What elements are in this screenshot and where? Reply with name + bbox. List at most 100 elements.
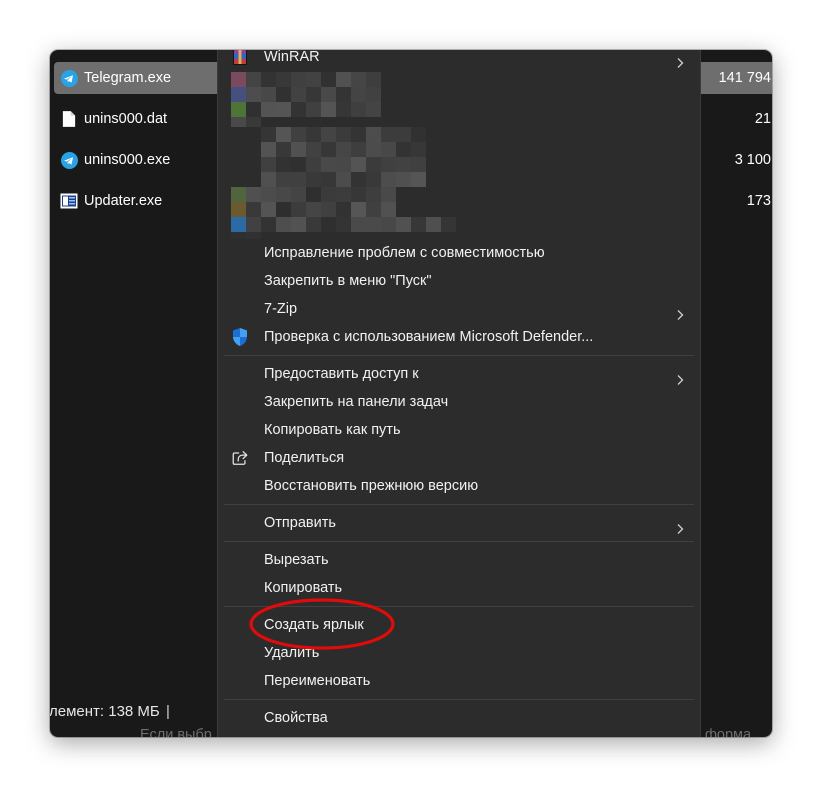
menu-item-defender-scan[interactable]: Проверка с использованием Microsoft Defe…	[218, 323, 700, 351]
menu-item-delete[interactable]: Удалить	[218, 639, 700, 667]
menu-item-label: Проверка с использованием Microsoft Defe…	[264, 329, 594, 345]
redacted-item-icon	[231, 202, 246, 217]
menu-item-label: Исправление проблем с совместимостью	[264, 245, 545, 261]
pixelation-block	[276, 172, 291, 187]
menu-item-label: Закрепить на панели задач	[264, 394, 449, 410]
pixelation-block	[381, 142, 396, 157]
pixelation-block	[396, 217, 411, 232]
pixelation-block	[321, 72, 336, 87]
winrar-icon	[231, 50, 249, 66]
file-name: Telegram.exe	[84, 70, 172, 86]
pixelation-block	[321, 172, 336, 187]
telegram-icon	[60, 69, 78, 87]
menu-item-cut[interactable]: Вырезать	[218, 546, 700, 574]
details-hint-left: Если выбр	[140, 727, 212, 737]
pixelation-block	[231, 117, 246, 127]
chevron-right-icon	[676, 303, 684, 320]
menu-item-rename[interactable]: Переименовать	[218, 667, 700, 695]
pixelation-block	[336, 202, 351, 217]
pixelation-block	[411, 217, 426, 232]
menu-item-label: Копировать как путь	[264, 422, 401, 438]
pixelation-block	[321, 157, 336, 172]
menu-item-send-to[interactable]: Отправить	[218, 509, 700, 537]
pixelation-block	[246, 217, 261, 232]
pixelation-block	[306, 157, 321, 172]
pixelation-block	[261, 187, 276, 202]
pixelation-block	[366, 187, 381, 202]
pixelation-block	[381, 157, 396, 172]
redacted-menu-items	[218, 71, 700, 239]
pixelation-block	[351, 217, 366, 232]
pixelation-block	[336, 127, 351, 142]
menu-item-label: Удалить	[264, 645, 320, 661]
pixelation-block	[351, 172, 366, 187]
menu-item-label: Предоставить доступ к	[264, 366, 419, 382]
menu-item-restore-previous-version[interactable]: Восстановить прежнюю версию	[218, 472, 700, 500]
redacted-item-icon	[231, 217, 246, 232]
pixelation-block	[276, 87, 291, 102]
menu-item-label: WinRAR	[264, 50, 320, 65]
share-icon	[231, 449, 249, 467]
pixelation-block	[306, 202, 321, 217]
status-divider: |	[166, 703, 170, 720]
pixelation-block	[366, 142, 381, 157]
pixelation-block	[411, 172, 426, 187]
menu-item-create-shortcut[interactable]: Создать ярлык	[218, 611, 700, 639]
pixelation-block	[321, 202, 336, 217]
defender-shield-icon	[231, 327, 249, 347]
pixelation-block	[276, 127, 291, 142]
file-size: 3 100	[734, 152, 771, 168]
pixelation-block	[381, 202, 396, 217]
chevron-right-icon	[676, 51, 684, 68]
menu-item-label: Переименовать	[264, 673, 371, 689]
menu-item-pin-to-start[interactable]: Закрепить в меню "Пуск"	[218, 267, 700, 295]
pixelation-block	[336, 142, 351, 157]
pixelation-block	[246, 102, 261, 117]
menu-item-7zip[interactable]: 7-Zip	[218, 295, 700, 323]
pixelation-block	[276, 187, 291, 202]
menu-item-copy-as-path[interactable]: Копировать как путь	[218, 416, 700, 444]
pixelation-block	[366, 217, 381, 232]
pixelation-block	[366, 102, 381, 117]
context-menu-list: WinRAR Исправление проблем с совместимос…	[218, 50, 700, 732]
menu-separator	[218, 500, 700, 509]
pixelation-block	[261, 127, 276, 142]
file-size: 21	[754, 111, 771, 127]
pixelation-block	[351, 202, 366, 217]
pixelation-block	[366, 157, 381, 172]
pixelation-block	[246, 202, 261, 217]
menu-item-winrar[interactable]: WinRAR	[218, 50, 700, 71]
menu-item-give-access[interactable]: Предоставить доступ к	[218, 360, 700, 388]
pixelation-block	[351, 142, 366, 157]
menu-item-pin-to-taskbar[interactable]: Закрепить на панели задач	[218, 388, 700, 416]
menu-separator	[218, 351, 700, 360]
menu-item-share[interactable]: Поделиться	[218, 444, 700, 472]
pixelation-block	[291, 217, 306, 232]
pixelation-block	[381, 187, 396, 202]
pixelation-block	[306, 142, 321, 157]
pixelation-block	[261, 157, 276, 172]
pixelation-block	[321, 142, 336, 157]
pixelation-block	[306, 187, 321, 202]
menu-item-copy[interactable]: Копировать	[218, 574, 700, 602]
menu-item-compatibility-troubleshoot[interactable]: Исправление проблем с совместимостью	[218, 239, 700, 267]
pixelation-block	[366, 172, 381, 187]
pixelation-block	[291, 187, 306, 202]
menu-item-label: Копировать	[264, 580, 343, 596]
menu-item-label: Закрепить в меню "Пуск"	[264, 273, 432, 289]
pixelation-block	[381, 217, 396, 232]
menu-item-label: Отправить	[264, 515, 336, 531]
pixelation-block	[336, 157, 351, 172]
pixelation-block	[306, 102, 321, 117]
menu-separator	[218, 602, 700, 611]
pixelation-block	[306, 72, 321, 87]
pixelation-block	[426, 217, 441, 232]
pixelation-block	[366, 87, 381, 102]
menu-item-properties[interactable]: Свойства	[218, 704, 700, 732]
menu-item-label: Восстановить прежнюю версию	[264, 478, 479, 494]
pixelation-block	[351, 72, 366, 87]
chevron-right-icon	[676, 368, 684, 385]
context-menu: WinRAR Исправление проблем с совместимос…	[218, 50, 700, 737]
pixelation-block	[396, 127, 411, 142]
pixelation-block	[336, 172, 351, 187]
